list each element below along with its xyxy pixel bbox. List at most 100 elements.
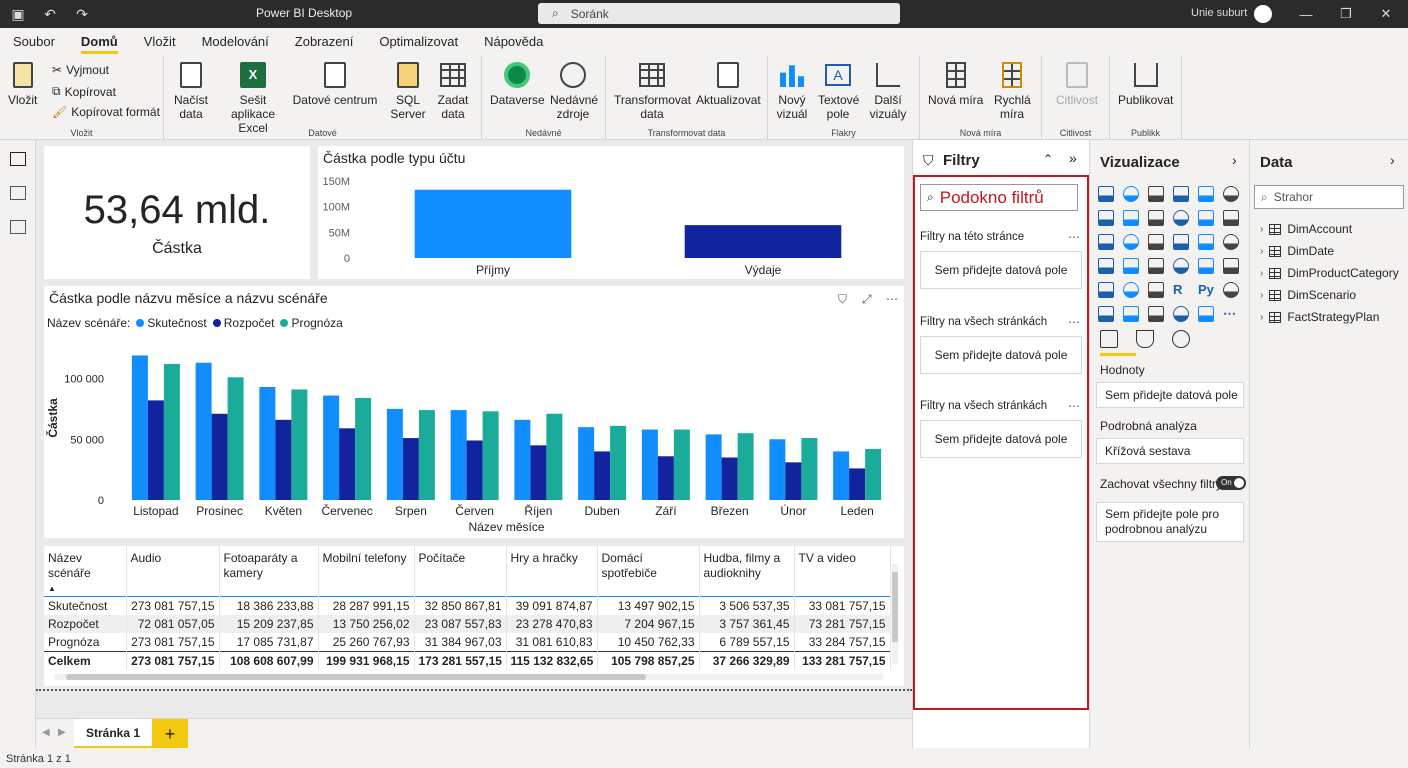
ribbon-chart-icon[interactable] (1173, 210, 1189, 226)
column-header[interactable]: TV a video (794, 546, 891, 597)
line-stacked-column-icon[interactable] (1098, 234, 1114, 250)
add-page-button[interactable]: + (152, 719, 188, 749)
values-well[interactable]: Sem přidejte datová pole (1096, 382, 1244, 408)
build-visual-icon[interactable] (1100, 330, 1118, 348)
data-table-item[interactable]: › FactStrategyPlan (1260, 310, 1379, 324)
table-cell[interactable]: 73 281 757,15 (794, 615, 891, 633)
filter-drop-well[interactable]: Sem přidejte datová pole (920, 336, 1082, 374)
more-options-icon[interactable]: ⋯ (1068, 315, 1080, 329)
table-cell[interactable]: 108 608 607,99 (219, 651, 319, 670)
treemap-icon[interactable] (1223, 234, 1239, 250)
transform-data-button[interactable]: Transformovat data (614, 60, 691, 121)
column[interactable] (291, 389, 308, 500)
close-icon[interactable]: ✕ (1376, 4, 1396, 24)
matrix-visual[interactable]: Název scénáře ▲ Audio Fotoaparáty a kamery M… (44, 546, 904, 686)
table-cell[interactable]: 31 081 610,83 (506, 633, 598, 652)
refresh-button[interactable]: Aktualizovat (696, 60, 761, 107)
card-icon[interactable] (1173, 258, 1189, 274)
bar[interactable] (414, 189, 572, 258)
smart-narrative-icon[interactable] (1173, 306, 1189, 322)
more-options-icon[interactable]: ⋯ (1068, 230, 1080, 244)
column[interactable] (514, 419, 531, 500)
100-bar-icon[interactable] (1198, 186, 1214, 202)
python-visual-icon[interactable]: Py (1198, 280, 1217, 304)
column[interactable] (657, 456, 674, 500)
save-icon[interactable]: ▣ (8, 4, 28, 24)
column[interactable] (482, 411, 499, 500)
card-visual[interactable]: 53,64 mld. Částka (44, 146, 310, 279)
column[interactable] (418, 410, 435, 500)
minimize-icon[interactable]: — (1296, 4, 1316, 24)
clustered-column-icon[interactable] (1173, 186, 1189, 202)
column[interactable] (259, 387, 276, 500)
matrix-icon[interactable] (1148, 282, 1164, 298)
cut-button[interactable]: ✂ Vyjmout (52, 63, 109, 77)
column[interactable] (323, 395, 340, 500)
column-header[interactable]: Hudba, filmy a audioknihy (699, 546, 795, 597)
scroll-thumb[interactable] (892, 572, 898, 642)
table-cell[interactable]: 6 789 557,15 (699, 633, 795, 652)
column-header[interactable]: Název scénáře ▲ (44, 546, 127, 597)
column[interactable] (578, 427, 595, 500)
dataverse-button[interactable]: Dataverse (490, 60, 545, 107)
gauge-icon[interactable] (1148, 258, 1164, 274)
data-table-item[interactable]: › DimScenario (1260, 288, 1356, 302)
drill-well[interactable]: Křížová sestava (1096, 438, 1244, 464)
more-options-icon[interactable]: ⋯ (1068, 399, 1080, 413)
textbox-button[interactable]: A Textové pole (818, 60, 859, 121)
100-column-icon[interactable] (1223, 186, 1239, 202)
multirow-card-icon[interactable] (1198, 258, 1214, 274)
table-cell[interactable]: 33 284 757,15 (794, 633, 891, 652)
row-label[interactable]: Celkem (44, 651, 127, 670)
chevron-right-icon[interactable]: › (1390, 152, 1395, 168)
menu-insert[interactable]: Vložit (144, 28, 176, 56)
column[interactable] (275, 419, 292, 500)
more-visuals-icon[interactable]: ⋯ (1223, 304, 1242, 328)
menu-home[interactable]: Domů (80, 28, 118, 56)
data-table-item[interactable]: › DimProductCategory (1260, 266, 1399, 280)
table-icon[interactable] (1123, 282, 1139, 298)
column[interactable] (211, 413, 228, 500)
table-cell[interactable]: 72 081 057,05 (126, 615, 220, 633)
table-cell[interactable]: 273 081 757,15 (126, 596, 220, 615)
excel-button[interactable]: X Sešit aplikace Excel (216, 60, 290, 135)
decomposition-tree-icon[interactable] (1098, 306, 1114, 322)
column[interactable] (594, 451, 611, 500)
column[interactable] (849, 468, 866, 500)
legend-item[interactable]: Prognóza (280, 316, 343, 330)
drill-add-well[interactable]: Sem přidejte pole pro podrobnou analýzu (1096, 502, 1244, 542)
menu-help[interactable]: Nápověda (484, 28, 543, 56)
data-table-item[interactable]: › DimDate (1260, 244, 1334, 258)
format-painter-button[interactable]: 🖌 Kopírovat formát (52, 105, 160, 119)
stacked-area-icon[interactable] (1148, 210, 1164, 226)
area-chart-icon[interactable] (1123, 210, 1139, 226)
column[interactable] (865, 448, 882, 500)
table-cell[interactable]: 3 757 361,45 (699, 615, 795, 633)
next-page-icon[interactable]: ▶ (58, 727, 66, 738)
table-cell[interactable]: 32 850 867,81 (414, 596, 507, 615)
data-search-input[interactable]: ⌕ Strahor (1254, 185, 1404, 209)
column[interactable] (386, 408, 403, 500)
column[interactable] (355, 397, 372, 500)
table-cell[interactable]: 3 506 537,35 (699, 596, 795, 615)
account-type-chart[interactable]: Částka podle typu účtu 0 50M 100M 150M Příjm… (318, 146, 904, 279)
column[interactable] (147, 400, 164, 500)
waterfall-icon[interactable] (1198, 210, 1214, 226)
paginated-icon[interactable] (1148, 306, 1164, 322)
vertical-scrollbar[interactable] (892, 564, 898, 664)
model-view-icon[interactable] (10, 220, 26, 234)
collapse-icon[interactable]: » (1069, 150, 1077, 166)
restore-icon[interactable]: ❐ (1336, 4, 1356, 24)
table-cell[interactable]: 23 087 557,83 (414, 615, 507, 633)
line-chart-icon[interactable] (1098, 210, 1114, 226)
r-visual-icon[interactable]: R (1173, 280, 1192, 304)
column[interactable] (131, 355, 148, 500)
enter-data-button[interactable]: Zadat data (436, 60, 470, 121)
column-header[interactable]: Fotoaparáty a kamery (219, 546, 319, 597)
get-data-button[interactable]: Načíst data (172, 60, 210, 121)
table-cell[interactable]: 273 081 757,15 (126, 633, 220, 652)
line-column-icon[interactable] (1223, 210, 1239, 226)
analytics-icon[interactable] (1172, 330, 1190, 348)
stacked-column-icon[interactable] (1123, 186, 1139, 202)
legend-item[interactable]: Skutečnost (136, 316, 207, 330)
